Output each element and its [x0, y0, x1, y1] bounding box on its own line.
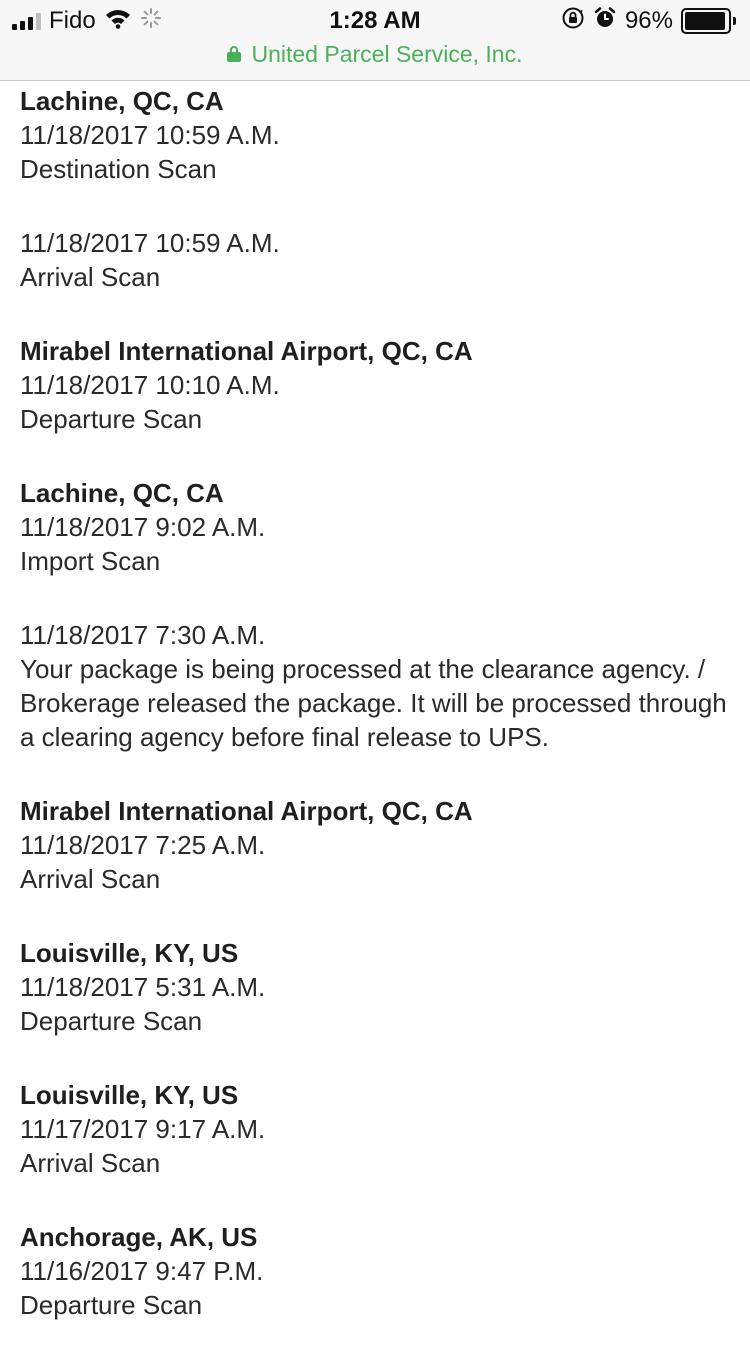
entry-activity: Destination Scan — [20, 154, 217, 184]
entry-location: Mirabel International Airport, QC, CA — [20, 336, 473, 366]
tracking-entry: Lachine, QC, CA 11/18/2017 9:02 A.M. Imp… — [20, 476, 732, 578]
entry-datetime: 11/18/2017 7:25 A.M. — [20, 830, 266, 860]
tracking-entry: 11/18/2017 10:59 A.M. Arrival Scan — [20, 226, 732, 294]
alarm-icon — [593, 6, 617, 37]
entry-activity: Arrival Scan — [20, 864, 161, 894]
status-right: 96% — [561, 6, 736, 36]
entry-location: Lachine, QC, CA — [20, 478, 224, 508]
entry-datetime: 11/18/2017 10:59 A.M. — [20, 228, 280, 258]
tracking-history: Lachine, QC, CA 11/18/2017 10:59 A.M. De… — [20, 84, 732, 1362]
entry-datetime: 11/18/2017 10:59 A.M. — [20, 120, 280, 150]
entry-datetime: 11/17/2017 9:17 A.M. — [20, 1114, 266, 1144]
entry-activity: Arrival Scan — [20, 1148, 161, 1178]
tracking-entry: Anchorage, AK, US 11/16/2017 9:47 P.M. D… — [20, 1220, 732, 1322]
battery-percent: 96% — [624, 7, 673, 34]
entry-datetime: 11/18/2017 10:10 A.M. — [20, 370, 280, 400]
battery-icon — [681, 8, 736, 34]
entry-activity: Your package is being processed at the c… — [20, 654, 727, 752]
entry-datetime: 11/18/2017 5:31 A.M. — [20, 972, 266, 1002]
tracking-entry: Lachine, QC, CA 11/18/2017 10:59 A.M. De… — [20, 84, 732, 186]
entry-activity: Departure Scan — [20, 1006, 203, 1036]
entry-location: Mirabel International Airport, QC, CA — [20, 796, 473, 826]
tracking-entry: Mirabel International Airport, QC, CA 11… — [20, 794, 732, 896]
orientation-lock-icon — [561, 6, 585, 37]
entry-location: Louisville, KY, US — [20, 938, 239, 968]
entry-location: Lachine, QC, CA — [20, 86, 224, 116]
entry-activity: Departure Scan — [20, 1290, 203, 1320]
entry-activity: Departure Scan — [20, 404, 203, 434]
entry-location: Anchorage, AK, US — [20, 1222, 258, 1252]
entry-activity: Arrival Scan — [20, 262, 161, 292]
site-name: United Parcel Service, Inc. — [251, 40, 523, 67]
tracking-entry: Louisville, KY, US 11/17/2017 9:17 A.M. … — [20, 1078, 732, 1180]
entry-activity: Import Scan — [20, 546, 161, 576]
tracking-entry: Mirabel International Airport, QC, CA 11… — [20, 334, 732, 436]
url-bar[interactable]: United Parcel Service, Inc. — [0, 38, 750, 70]
entry-datetime: 11/18/2017 9:02 A.M. — [20, 512, 266, 542]
entry-location: Louisville, KY, US — [20, 1080, 239, 1110]
entry-datetime: 11/16/2017 9:47 P.M. — [20, 1256, 264, 1286]
status-bar: Fido 1:28 AM 96% United Parcel Service, … — [0, 0, 750, 81]
tracking-entry: Louisville, KY, US 11/18/2017 5:31 A.M. … — [20, 936, 732, 1038]
lock-icon — [227, 46, 242, 62]
entry-datetime: 11/18/2017 7:30 A.M. — [20, 620, 266, 650]
tracking-entry: 11/18/2017 7:30 A.M. Your package is bei… — [20, 618, 732, 754]
